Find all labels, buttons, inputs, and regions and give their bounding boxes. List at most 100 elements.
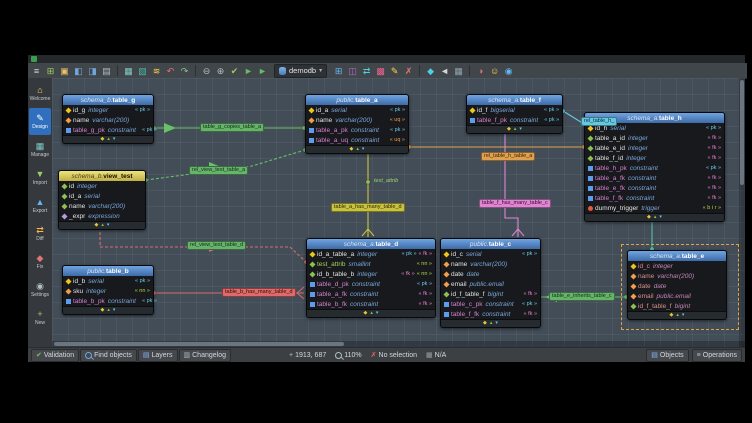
statusbar-tab-find-objects[interactable]: Find objects [80, 349, 137, 362]
canvas-vertical-scrollbar[interactable] [739, 78, 745, 347]
column-row[interactable]: id_aserial« pk » [306, 105, 408, 115]
column-row[interactable]: dummy_triggertrigger« b i r » [585, 203, 724, 213]
column-row[interactable]: id_cinteger [628, 261, 726, 271]
sidebar-item-diff[interactable]: ⇄Diff [29, 220, 51, 247]
attribs-icon[interactable]: ▾ [376, 311, 379, 316]
table-header[interactable]: public.table_c [441, 239, 540, 249]
attribs-icon[interactable]: ▾ [107, 223, 110, 228]
column-row[interactable]: _exprexpression [59, 211, 145, 221]
table-table_b[interactable]: public.table_bid_bserial« pk »skuinteger… [62, 265, 154, 315]
new-view-icon[interactable]: ◫ [346, 65, 359, 77]
column-row[interactable]: namevarchar(200) [63, 115, 153, 125]
grid-toggle-icon[interactable]: ▦ [452, 65, 465, 77]
export-image-icon[interactable]: ▦ [122, 65, 135, 77]
statusbar-tab-layers[interactable]: ▤Layers [138, 349, 178, 362]
vertical-scroll-thumb[interactable] [740, 80, 744, 185]
collapse-icon[interactable]: ▴ [654, 215, 657, 220]
expand-icon[interactable]: ◆ [647, 215, 651, 220]
column-row[interactable]: id_cserial« pk » [441, 249, 540, 259]
constraint-row[interactable]: table_e_fkconstraint« fk » [585, 183, 724, 193]
collapse-icon[interactable]: ▴ [490, 321, 493, 326]
redo-icon[interactable]: ↷ [178, 65, 191, 77]
attribs-icon[interactable]: ▾ [362, 147, 365, 152]
column-row[interactable]: test_attribsmallint« nn » [307, 259, 435, 269]
table-header[interactable]: schema_b.view_test [59, 171, 145, 181]
sidebar-item-manage[interactable]: ▦Manage [29, 136, 51, 163]
table-header[interactable]: schema_a.table_e [628, 251, 726, 261]
zoom-in-icon[interactable]: ⊕ [214, 65, 227, 77]
column-row[interactable]: skuinteger« nn » [63, 286, 153, 296]
column-row[interactable]: datedate [441, 269, 540, 279]
column-row[interactable]: id_aserial [59, 191, 145, 201]
column-row[interactable]: namevarchar(200) [59, 201, 145, 211]
relationship-label[interactable]: rel_view_test_table_d [187, 241, 246, 250]
constraint-row[interactable]: table_a_uqconstraint« uq » [306, 135, 408, 145]
attribs-icon[interactable]: ▾ [519, 127, 522, 132]
table-header[interactable]: schema_a.table_f [467, 95, 562, 105]
column-row[interactable]: id_f_table_fbigint« fk » [441, 289, 540, 299]
run-validation-icon[interactable]: ► [242, 65, 255, 77]
relationship-label[interactable]: test_attrib [372, 178, 400, 185]
expand-icon[interactable]: ◆ [483, 321, 487, 326]
run-export-icon[interactable]: ► [256, 65, 269, 77]
expand-icon[interactable]: ◆ [101, 137, 105, 142]
column-row[interactable]: id_a_table_ainteger« pk »« fk » [307, 249, 435, 259]
sidebar-item-design[interactable]: ✎Design [29, 108, 51, 135]
constraint-row[interactable]: table_b_pkconstraint« pk » [63, 296, 153, 306]
new-schema-icon[interactable]: ▩ [374, 65, 387, 77]
column-row[interactable]: id_bserial« pk » [63, 276, 153, 286]
collapse-icon[interactable]: ▴ [101, 223, 104, 228]
collapse-icon[interactable]: ▴ [356, 147, 359, 152]
zoom-out-icon[interactable]: ⊖ [200, 65, 213, 77]
column-row[interactable]: namevarchar(200)« uq » [306, 115, 408, 125]
column-row[interactable]: id_f_table_fbigint [628, 301, 726, 311]
column-row[interactable]: table_a_idinteger« fk » [585, 133, 724, 143]
pointer-icon[interactable]: ◄ [438, 65, 451, 77]
attribs-icon[interactable]: ▾ [659, 215, 662, 220]
column-row[interactable]: table_f_idinteger« fk » [585, 153, 724, 163]
column-row[interactable]: id_ginteger« pk » [63, 105, 153, 115]
expand-icon[interactable]: ◆ [101, 308, 105, 313]
constraint-row[interactable]: table_a_fkconstraint« fk » [585, 173, 724, 183]
export-sql-icon[interactable]: ≋ [150, 65, 163, 77]
expand-icon[interactable]: ◆ [95, 223, 99, 228]
undo-icon[interactable]: ↶ [164, 65, 177, 77]
table-header[interactable]: schema_b.table_g [63, 95, 153, 105]
constraint-row[interactable]: table_f_fkconstraint« fk » [441, 309, 540, 319]
expand-icon[interactable]: ◆ [350, 147, 354, 152]
table-table_f[interactable]: schema_a.table_fid_fbigserial« pk »table… [466, 94, 563, 134]
column-row[interactable]: table_e_idinteger« fk » [585, 143, 724, 153]
magnet-icon[interactable]: ◆ [424, 65, 437, 77]
info-icon[interactable]: ◉ [502, 65, 515, 77]
constraint-row[interactable]: table_g_pkconstraint« pk » [63, 125, 153, 135]
edit-icon[interactable]: ✎ [388, 65, 401, 77]
delete-icon[interactable]: ✗ [402, 65, 415, 77]
sidebar-item-export[interactable]: ▲Export [29, 192, 51, 219]
expand-icon[interactable]: ◆ [364, 311, 368, 316]
table-table_h[interactable]: schema_a.table_hid_hserial« pk »table_a_… [584, 112, 725, 222]
table-table_a[interactable]: public.table_aid_aserial« pk »namevarcha… [305, 94, 409, 154]
expand-icon[interactable]: ◆ [507, 127, 511, 132]
constraint-row[interactable]: table_f_fkconstraint« fk » [585, 193, 724, 203]
constraint-row[interactable]: table_c_pkconstraint« pk » [441, 299, 540, 309]
relationship-label[interactable]: table_g_copies_table_a [200, 123, 264, 132]
export-svg-icon[interactable]: ▧ [136, 65, 149, 77]
constraint-row[interactable]: table_d_pkconstraint« pk » [307, 279, 435, 289]
collapse-icon[interactable]: ▴ [107, 308, 110, 313]
horizontal-scroll-thumb[interactable] [54, 342, 344, 346]
validate-icon[interactable]: ✔ [228, 65, 241, 77]
save-all-icon[interactable]: ◨ [86, 65, 99, 77]
column-row[interactable]: datedate [628, 281, 726, 291]
column-row[interactable]: namevarchar(200) [441, 259, 540, 269]
relationship-label[interactable]: rel_table_h_table_a [481, 152, 535, 161]
table-header[interactable]: schema_a.table_d [307, 239, 435, 249]
constraint-row[interactable]: table_a_fkconstraint« fk » [307, 289, 435, 299]
save-model-icon[interactable]: ◧ [72, 65, 85, 77]
relationship-label[interactable]: table_e_inherits_table_c [549, 292, 615, 301]
constraint-row[interactable]: table_f_pkconstraint« pk » [467, 115, 562, 125]
database-selector[interactable]: demodb ▾ [274, 64, 327, 78]
collapse-icon[interactable]: ▴ [107, 137, 110, 142]
table-table_c[interactable]: public.table_cid_cserial« pk »namevarcha… [440, 238, 541, 328]
sidebar-item-fix[interactable]: ◆Fix [29, 248, 51, 275]
relationship-label[interactable]: table_f_has_many_table_c [479, 199, 551, 208]
